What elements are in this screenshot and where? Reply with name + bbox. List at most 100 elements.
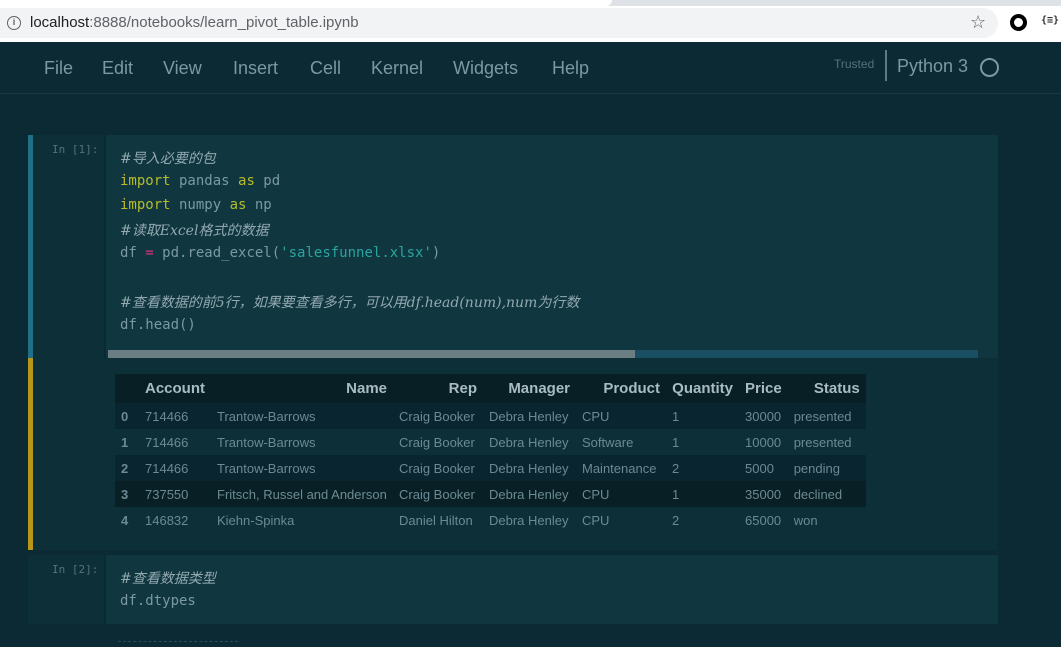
code-line: df.head(): [120, 317, 196, 333]
operator: =: [145, 245, 154, 261]
table-cell: CPU: [576, 507, 666, 533]
table-cell: Fritsch, Russel and Anderson: [211, 481, 393, 507]
column-header: Price: [739, 374, 788, 403]
string-literal: 'salesfunnel.xlsx': [280, 245, 432, 261]
browser-toolbar: i localhost:8888/notebooks/learn_pivot_t…: [0, 0, 1061, 42]
output-collapse-bar[interactable]: [28, 358, 33, 550]
code-editor[interactable]: #查看数据类型 df.dtypes: [104, 555, 998, 624]
menu-cell[interactable]: Cell: [310, 58, 341, 79]
alias: pd: [254, 173, 281, 189]
table-cell: Debra Henley: [483, 403, 576, 429]
table-cell: Kiehn-Spinka: [211, 507, 393, 533]
menu-file[interactable]: File: [44, 58, 73, 79]
input-prompt: In [2]:: [52, 563, 99, 576]
menu-view[interactable]: View: [163, 58, 202, 79]
table-cell: CPU: [576, 403, 666, 429]
table-cell: 1: [666, 429, 739, 455]
table-cell: 2: [666, 455, 739, 481]
table-cell: 2: [666, 507, 739, 533]
json-extension-icon[interactable]: {≡}: [1041, 15, 1059, 26]
variable: df: [120, 245, 146, 261]
table-cell: 714466: [139, 429, 211, 455]
table-cell: CPU: [576, 481, 666, 507]
input-prompt: In [1]:: [52, 143, 99, 156]
table-cell: pending: [787, 455, 866, 481]
keyword: as: [238, 173, 255, 189]
table-cell: declined: [787, 481, 866, 507]
code-editor[interactable]: #导入必要的包 import pandas as pd import numpy…: [104, 135, 998, 358]
table-row: 3 737550 Fritsch, Russel and Anderson Cr…: [115, 481, 866, 507]
column-header: Product: [576, 374, 666, 403]
trusted-indicator[interactable]: Trusted: [834, 57, 874, 71]
horizontal-scrollbar[interactable]: [108, 350, 978, 358]
menu-kernel[interactable]: Kernel: [371, 58, 423, 79]
row-index: 0: [115, 403, 139, 429]
table-cell: 1: [666, 481, 739, 507]
column-header: Name: [211, 374, 393, 403]
alias: np: [246, 197, 272, 213]
column-header: Manager: [483, 374, 576, 403]
column-header: Rep: [393, 374, 483, 403]
menu-help[interactable]: Help: [552, 58, 589, 79]
row-index: 4: [115, 507, 139, 533]
url-path: :8888/notebooks/learn_pivot_table.ipynb: [89, 14, 359, 31]
output-area: Account Name Rep Manager Product Quantit…: [104, 358, 998, 550]
table-cell: 714466: [139, 455, 211, 481]
table-row: 1 714466 Trantow-Barrows Craig Booker De…: [115, 429, 866, 455]
module-name: pandas: [170, 173, 239, 189]
table-cell: Debra Henley: [483, 507, 576, 533]
table-row: 2 714466 Trantow-Barrows Craig Booker De…: [115, 455, 866, 481]
row-index: 2: [115, 455, 139, 481]
table-cell: 30000: [739, 403, 788, 429]
notebook-header: File Edit View Insert Cell Kernel Widget…: [0, 42, 1061, 94]
code-comment: #查看数据类型: [120, 571, 216, 587]
url-host: localhost: [30, 14, 90, 31]
table-cell: Trantow-Barrows: [211, 429, 393, 455]
menu-edit[interactable]: Edit: [102, 58, 133, 79]
menu-widgets[interactable]: Widgets: [453, 58, 518, 79]
dataframe-table: Account Name Rep Manager Product Quantit…: [115, 374, 866, 533]
table-cell: 146832: [139, 507, 211, 533]
url-text[interactable]: localhost:8888/notebooks/learn_pivot_tab…: [30, 14, 359, 31]
table-cell: Daniel Hilton: [393, 507, 483, 533]
code-cell-2[interactable]: In [2]: #查看数据类型 df.dtypes: [28, 555, 998, 624]
table-cell: 10000: [739, 429, 788, 455]
table-cell: Trantow-Barrows: [211, 403, 393, 429]
table-row: 4 146832 Kiehn-Spinka Daniel Hilton Debr…: [115, 507, 866, 533]
column-header: Account: [139, 374, 211, 403]
table-cell: Debra Henley: [483, 455, 576, 481]
info-icon[interactable]: i: [7, 16, 21, 30]
keyword: import: [120, 197, 171, 213]
table-cell: Debra Henley: [483, 481, 576, 507]
keyword: import: [120, 173, 171, 189]
table-cell: presented: [787, 403, 866, 429]
code-line: import pandas as pd: [120, 173, 280, 189]
index-header: [115, 374, 139, 403]
table-cell: presented: [787, 429, 866, 455]
table-header-row: Account Name Rep Manager Product Quantit…: [115, 374, 866, 403]
code-line: import numpy as np: [120, 197, 272, 213]
code-cell-1[interactable]: In [1]: #导入必要的包 import pandas as pd impo…: [28, 135, 998, 550]
table-cell: Maintenance: [576, 455, 666, 481]
menu-insert[interactable]: Insert: [233, 58, 278, 79]
next-cell-edge: [118, 641, 238, 647]
code-comment: #导入必要的包: [120, 151, 216, 167]
address-bar[interactable]: i localhost:8888/notebooks/learn_pivot_t…: [0, 8, 998, 38]
star-icon[interactable]: ☆: [970, 12, 986, 33]
extension-ring-icon[interactable]: [1010, 14, 1027, 31]
code-comment: #读取Excel格式的数据: [120, 223, 269, 239]
table-cell: 1: [666, 403, 739, 429]
active-tab[interactable]: [0, 0, 612, 6]
table-cell: 35000: [739, 481, 788, 507]
table-cell: Craig Booker: [393, 455, 483, 481]
table-row: 0 714466 Trantow-Barrows Craig Booker De…: [115, 403, 866, 429]
code-line: df = pd.read_excel('salesfunnel.xlsx'): [120, 245, 440, 261]
row-index: 1: [115, 429, 139, 455]
table-cell: Craig Booker: [393, 429, 483, 455]
kernel-name[interactable]: Python 3: [897, 56, 968, 77]
column-header: Quantity: [666, 374, 739, 403]
module-name: numpy: [170, 197, 230, 213]
paren: ): [431, 245, 441, 261]
cell-selection-bar: [28, 135, 33, 358]
scrollbar-thumb[interactable]: [108, 350, 635, 358]
